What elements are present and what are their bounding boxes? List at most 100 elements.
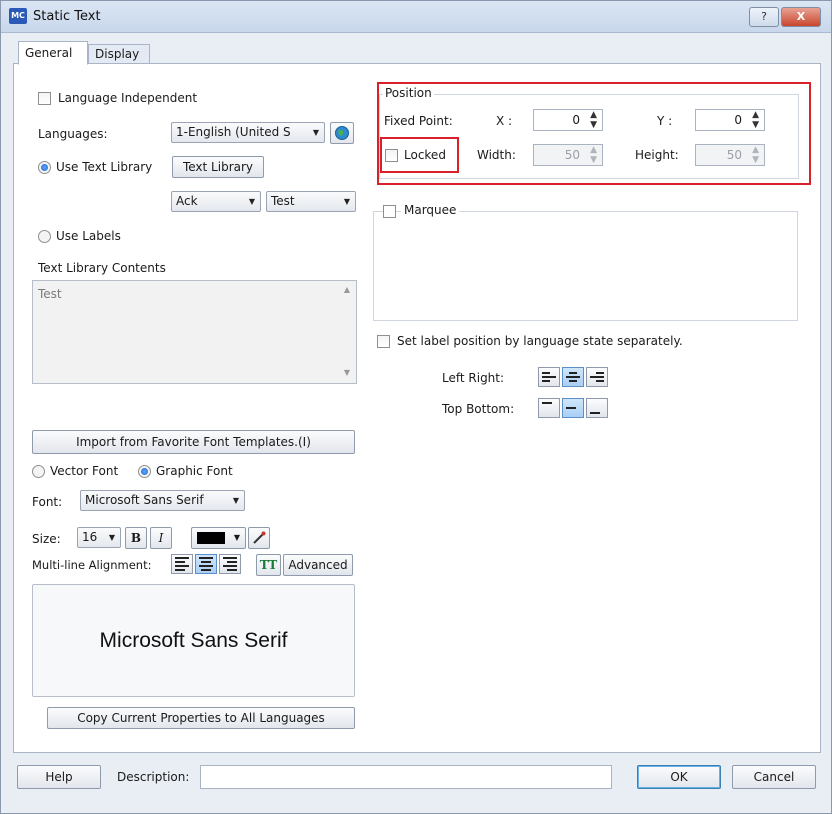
advanced-button[interactable]: Advanced [283,554,353,576]
align-center-button[interactable] [195,554,217,574]
label-center-button[interactable] [562,367,584,387]
language-independent-label: Language Independent [58,91,198,105]
align-middle-icon [566,407,576,409]
globe-icon [335,126,349,140]
align-right-button[interactable] [219,554,241,574]
align-line [227,569,237,571]
language-independent-checkbox[interactable] [38,92,51,105]
spinner-arrows-icon[interactable]: ▲ ▼ [590,110,597,130]
color-swatch [197,532,225,544]
eyedropper-icon [253,531,266,544]
marquee-label: Marquee [401,203,460,217]
scroll-down-icon[interactable]: ▼ [344,368,350,377]
chevron-down-icon: ▼ [232,496,239,505]
close-button[interactable]: X [781,7,821,27]
size-select-value: 16 [82,530,98,544]
align-line [199,565,213,567]
width-value: 50 [564,148,580,162]
text-library-button[interactable]: Text Library [172,156,264,178]
height-spinner: 50 ▲ ▼ [695,144,765,166]
title-bar: MC Static Text ? X [1,1,831,33]
globe-button[interactable] [330,122,354,144]
align-line [201,569,211,571]
align-left-icon [542,372,551,374]
languages-select-value: 1-English (United S [176,125,291,139]
graphic-font-radio[interactable] [138,465,151,478]
tab-display[interactable]: Display [88,44,150,64]
languages-label: Languages: [38,127,108,141]
size-select[interactable]: 16 ▼ [77,527,121,548]
help-button[interactable]: Help [17,765,101,789]
use-labels-radio[interactable] [38,230,51,243]
text-library-contents-box[interactable]: Test ▲ ▼ [32,280,357,384]
align-line [590,376,604,378]
contents-value: Test [38,287,62,301]
color-picker-button[interactable] [248,527,270,549]
spinner-arrows-icon: ▲ ▼ [752,145,759,165]
chevron-down-icon: ▼ [108,533,115,542]
library-group-select[interactable]: Ack ▼ [171,191,261,212]
font-label: Font: [32,495,63,509]
vector-font-label: Vector Font [50,464,119,478]
languages-select[interactable]: 1-English (United S ▼ [171,122,325,143]
cancel-button[interactable]: Cancel [732,765,816,789]
copy-properties-button[interactable]: Copy Current Properties to All Languages [47,707,355,729]
align-line [542,376,556,378]
set-label-position-label: Set label position by language state sep… [397,334,683,348]
align-line [566,376,580,378]
static-text-dialog: MC Static Text ? X General Display Langu… [0,0,832,814]
font-select-value: Microsoft Sans Serif [85,493,204,507]
description-label: Description: [117,770,190,784]
text-library-contents-label: Text Library Contents [38,261,166,275]
left-right-label: Left Right: [442,371,505,385]
height-value: 50 [726,148,742,162]
text-color-select[interactable]: ▼ [191,527,246,549]
position-group-label: Position [383,86,434,100]
description-input[interactable] [200,765,612,789]
import-font-templates-button[interactable]: Import from Favorite Font Templates.(I) [32,430,355,454]
height-label: Height: [635,148,679,162]
multiline-alignment-label: Multi-line Alignment: [32,558,152,572]
use-text-library-radio[interactable] [38,161,51,174]
italic-button[interactable]: I [150,527,172,549]
font-select[interactable]: Microsoft Sans Serif ▼ [80,490,245,511]
align-top-icon [542,402,552,404]
app-icon: MC [9,8,27,24]
title-help-button[interactable]: ? [749,7,779,27]
library-item-value: Test [271,194,295,208]
top-bottom-label: Top Bottom: [442,402,515,416]
scroll-up-icon[interactable]: ▲ [344,285,350,294]
width-label: Width: [477,148,516,162]
bold-button[interactable]: B [125,527,147,549]
label-right-button[interactable] [586,367,608,387]
label-left-button[interactable] [538,367,560,387]
locked-label: Locked [404,148,446,162]
label-bottom-button[interactable] [586,398,608,418]
set-label-position-checkbox[interactable] [377,335,390,348]
align-bottom-icon [590,412,600,414]
align-line [175,565,189,567]
tab-general[interactable]: General [18,41,88,65]
spinner-arrows-icon[interactable]: ▲ ▼ [752,110,759,130]
preview-text: Microsoft Sans Serif [99,629,288,652]
spinner-arrows-icon: ▲ ▼ [590,145,597,165]
y-spinner[interactable]: 0 ▲ ▼ [695,109,765,131]
size-label: Size: [32,532,61,546]
chevron-down-icon: ▼ [248,197,255,206]
window-title: Static Text [33,9,101,24]
vector-font-radio[interactable] [32,465,45,478]
library-item-select[interactable]: Test ▼ [266,191,356,212]
x-label: X : [496,114,513,128]
align-right-icon [223,557,237,559]
align-left-button[interactable] [171,554,193,574]
library-group-value: Ack [176,194,198,208]
ok-button[interactable]: OK [637,765,721,789]
text-format-button[interactable]: TT [256,554,281,576]
label-middle-button[interactable] [562,398,584,418]
x-spinner[interactable]: 0 ▲ ▼ [533,109,603,131]
locked-checkbox[interactable] [385,149,398,162]
label-top-button[interactable] [538,398,560,418]
marquee-checkbox[interactable] [383,205,396,218]
align-line [542,380,551,382]
use-text-library-label: Use Text Library [56,160,153,174]
